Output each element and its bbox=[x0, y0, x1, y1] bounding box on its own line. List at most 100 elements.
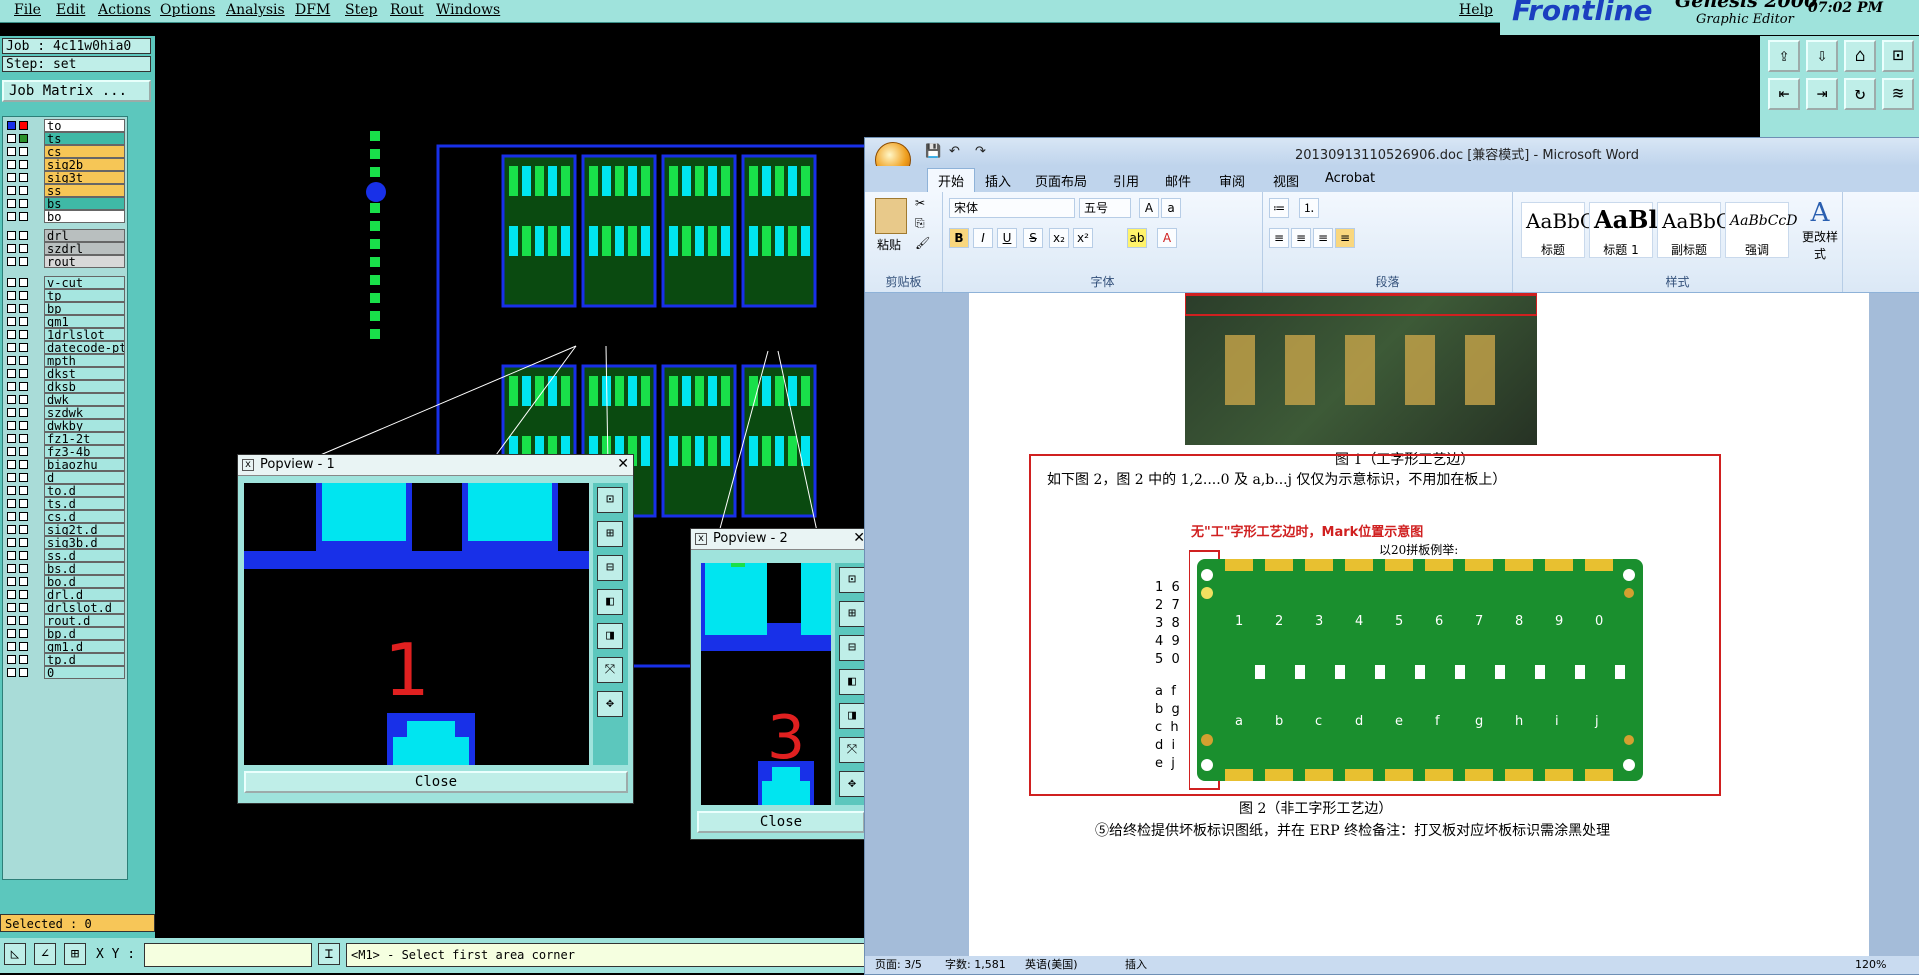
layer-checkbox[interactable] bbox=[7, 244, 16, 253]
layer-row[interactable]: datecode-pte bbox=[7, 341, 125, 355]
layer-checkbox[interactable] bbox=[7, 655, 16, 664]
layer-color-swatch[interactable] bbox=[19, 134, 28, 143]
layer-color-swatch[interactable] bbox=[19, 212, 28, 221]
layer-row[interactable]: szdwk bbox=[7, 406, 125, 420]
menu-step[interactable]: Step bbox=[345, 2, 377, 18]
layer-color-swatch[interactable] bbox=[19, 317, 28, 326]
layer-name[interactable]: mpth bbox=[44, 354, 125, 367]
layer-checkbox[interactable] bbox=[7, 603, 16, 612]
layer-name[interactable]: szdrl bbox=[44, 242, 125, 255]
layer-name[interactable]: to bbox=[44, 119, 125, 132]
layer-checkbox[interactable] bbox=[7, 186, 16, 195]
layer-name[interactable]: bp.d bbox=[44, 627, 125, 640]
layer-name[interactable]: bo.d bbox=[44, 575, 125, 588]
layer-checkbox[interactable] bbox=[7, 291, 16, 300]
layer-row[interactable]: tp bbox=[7, 289, 125, 303]
layer-color-swatch[interactable] bbox=[19, 642, 28, 651]
toolbox-button-icon[interactable]: ⇥ bbox=[1806, 78, 1838, 110]
layer-row[interactable]: bs bbox=[7, 197, 125, 211]
layer-row[interactable]: tp.d bbox=[7, 653, 125, 667]
layer-color-swatch[interactable] bbox=[19, 257, 28, 266]
window-menu-icon[interactable]: x bbox=[695, 533, 707, 545]
layer-row[interactable]: 1drlslot bbox=[7, 328, 125, 342]
tab-references[interactable]: 引用 bbox=[1113, 171, 1139, 190]
layer-row[interactable]: rout.d bbox=[7, 614, 125, 628]
font-name-select[interactable]: 宋体 bbox=[949, 198, 1075, 218]
tab-view[interactable]: 视图 bbox=[1273, 171, 1299, 190]
layer-checkbox[interactable] bbox=[7, 512, 16, 521]
layer-row[interactable]: dkst bbox=[7, 367, 125, 381]
status-page[interactable]: 页面: 3/5 bbox=[875, 956, 922, 974]
menu-actions[interactable]: Actions bbox=[98, 2, 151, 18]
layer-row[interactable]: gm1.d bbox=[7, 640, 125, 654]
layer-row[interactable]: dwkby bbox=[7, 419, 125, 433]
layer-row[interactable]: bp bbox=[7, 302, 125, 316]
layer-color-swatch[interactable] bbox=[19, 525, 28, 534]
layer-checkbox[interactable] bbox=[7, 408, 16, 417]
toolbox-button-icon[interactable]: ↻ bbox=[1844, 78, 1876, 110]
layer-row[interactable]: bp.d bbox=[7, 627, 125, 641]
tab-page-layout[interactable]: 页面布局 bbox=[1035, 171, 1087, 190]
menu-rout[interactable]: Rout bbox=[390, 2, 424, 18]
menu-dfm[interactable]: DFM bbox=[295, 2, 330, 18]
layer-color-swatch[interactable] bbox=[19, 603, 28, 612]
layer-name[interactable]: rout.d bbox=[44, 614, 125, 627]
grid-icon[interactable]: ⊞ bbox=[64, 943, 86, 965]
quick-access-save-icon[interactable]: 💾 bbox=[925, 144, 941, 159]
layer-row[interactable]: biaozhu bbox=[7, 458, 125, 472]
align-right-icon[interactable]: ≡ bbox=[1313, 228, 1333, 248]
numbering-icon[interactable]: ⒈ bbox=[1299, 198, 1319, 218]
layer-name[interactable]: 1drlslot bbox=[44, 328, 125, 341]
xy-input[interactable] bbox=[144, 943, 312, 967]
layer-name[interactable]: bp bbox=[44, 302, 125, 315]
angle-icon[interactable]: ∠ bbox=[34, 943, 56, 965]
layer-name[interactable]: sig2t.d bbox=[44, 523, 125, 536]
layer-color-swatch[interactable] bbox=[19, 616, 28, 625]
layer-checkbox[interactable] bbox=[7, 330, 16, 339]
toolbox-button-icon[interactable]: ⇩ bbox=[1806, 40, 1838, 72]
layer-checkbox[interactable] bbox=[7, 616, 16, 625]
center-icon[interactable]: ✥ bbox=[597, 691, 623, 717]
paste-button-label[interactable]: 粘贴 bbox=[877, 236, 901, 253]
layer-checkbox[interactable] bbox=[7, 278, 16, 287]
toolbox-button-icon[interactable]: ⊡ bbox=[1882, 40, 1914, 72]
layer-row[interactable]: szdrl bbox=[7, 242, 125, 256]
layer-color-swatch[interactable] bbox=[19, 499, 28, 508]
layer-color-swatch[interactable] bbox=[19, 244, 28, 253]
layer-name[interactable]: biaozhu bbox=[44, 458, 125, 471]
window-menu-icon[interactable]: x bbox=[242, 459, 254, 471]
paste-icon[interactable] bbox=[875, 198, 907, 234]
popview-1-view[interactable]: 1 bbox=[244, 483, 589, 765]
zoom-in-icon[interactable]: ⊞ bbox=[597, 521, 623, 547]
popview-2-view[interactable]: 3 bbox=[701, 563, 831, 805]
layer-row[interactable]: sig3b.d bbox=[7, 536, 125, 550]
layer-color-swatch[interactable] bbox=[19, 486, 28, 495]
layer-name[interactable]: szdwk bbox=[44, 406, 125, 419]
layer-checkbox[interactable] bbox=[7, 629, 16, 638]
layer-checkbox[interactable] bbox=[7, 538, 16, 547]
layer-checkbox[interactable] bbox=[7, 147, 16, 156]
expand-icon[interactable]: ⤧ bbox=[839, 737, 865, 763]
pan-left-icon[interactable]: ◧ bbox=[839, 669, 865, 695]
layer-color-swatch[interactable] bbox=[19, 577, 28, 586]
bullets-icon[interactable]: ≔ bbox=[1269, 198, 1289, 218]
tab-acrobat[interactable]: Acrobat bbox=[1325, 171, 1375, 186]
copy-icon[interactable]: ⎘ bbox=[915, 216, 925, 231]
cursor-icon[interactable]: ⌶ bbox=[318, 943, 340, 965]
layer-row[interactable]: v-cut bbox=[7, 276, 125, 290]
layer-checkbox[interactable] bbox=[7, 460, 16, 469]
shrink-font-icon[interactable]: a bbox=[1161, 198, 1181, 218]
layer-row[interactable]: d bbox=[7, 471, 125, 485]
layer-name[interactable]: drlslot.d bbox=[44, 601, 125, 614]
layer-name[interactable]: drl.d bbox=[44, 588, 125, 601]
menu-options[interactable]: Options bbox=[160, 2, 215, 18]
menu-analysis[interactable]: Analysis bbox=[226, 2, 285, 18]
toolbox-button-icon[interactable]: ⇤ bbox=[1768, 78, 1800, 110]
layer-checkbox[interactable] bbox=[7, 160, 16, 169]
layer-checkbox[interactable] bbox=[7, 590, 16, 599]
layer-row[interactable]: bs.d bbox=[7, 562, 125, 576]
layer-name[interactable]: dkst bbox=[44, 367, 125, 380]
layer-name[interactable]: fz3-4b bbox=[44, 445, 125, 458]
layer-name[interactable]: bs.d bbox=[44, 562, 125, 575]
layer-checkbox[interactable] bbox=[7, 212, 16, 221]
